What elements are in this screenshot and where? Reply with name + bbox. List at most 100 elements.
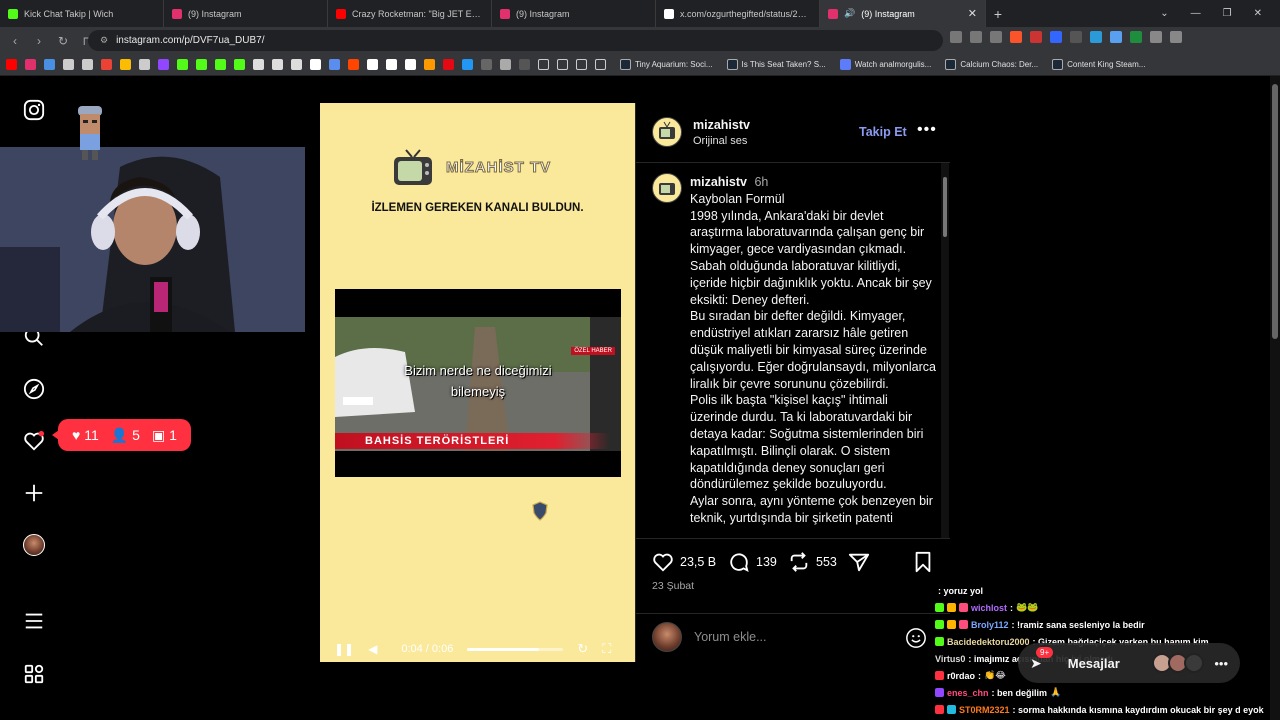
caption-username[interactable]: mizahistv bbox=[690, 175, 747, 189]
folder-icon[interactable] bbox=[576, 59, 587, 70]
bookmark-icon[interactable] bbox=[481, 59, 492, 70]
comment-button[interactable]: 139 bbox=[728, 551, 777, 573]
browser-tab[interactable]: (9) Instagram bbox=[164, 0, 328, 27]
browser-tab-active[interactable]: 🔊 (9) Instagram ✕ bbox=[820, 0, 986, 27]
reload-icon[interactable]: ↻ bbox=[56, 34, 70, 48]
bookmark-icon[interactable] bbox=[500, 59, 511, 70]
extension-icon[interactable] bbox=[1130, 31, 1142, 43]
bookmark-icon[interactable] bbox=[63, 59, 74, 70]
page-scrollbar-thumb[interactable] bbox=[1272, 84, 1278, 339]
kick-bookmark-icon[interactable] bbox=[215, 59, 226, 70]
comment-input[interactable]: Yorum ekle... bbox=[694, 630, 767, 644]
volume-icon[interactable]: ◀ bbox=[368, 642, 377, 656]
menu-icon[interactable] bbox=[22, 609, 46, 633]
extension-icon[interactable] bbox=[1150, 31, 1162, 43]
bookmark-link[interactable]: Tiny Aquarium: Soci... bbox=[620, 59, 713, 70]
bookmark-icon[interactable] bbox=[234, 59, 245, 70]
browser-tab[interactable]: Crazy Rocketman: "Big JET ENGINE" bbox=[328, 0, 492, 27]
gmail-bookmark-icon[interactable] bbox=[101, 59, 112, 70]
share-icon[interactable] bbox=[990, 31, 1002, 43]
youtube-bookmark-icon[interactable] bbox=[6, 59, 17, 70]
url-field[interactable]: ⚙ instagram.com/p/DVF7ua_DUB7/ bbox=[88, 30, 943, 51]
drive-bookmark-icon[interactable] bbox=[120, 59, 131, 70]
audio-label[interactable]: Orijinal ses bbox=[693, 135, 747, 147]
amazon-bookmark-icon[interactable] bbox=[405, 59, 416, 70]
close-tab-icon[interactable]: ✕ bbox=[968, 7, 977, 20]
pause-icon[interactable]: ❚❚ bbox=[334, 642, 354, 656]
kick-bookmark-icon[interactable] bbox=[196, 59, 207, 70]
create-plus-icon[interactable] bbox=[22, 481, 46, 505]
brave-shield-icon[interactable] bbox=[1010, 31, 1022, 43]
extension-icon[interactable] bbox=[1050, 31, 1062, 43]
fullscreen-icon[interactable]: ⛶ bbox=[602, 641, 611, 657]
minimize-icon[interactable]: — bbox=[1191, 8, 1201, 19]
follow-button[interactable]: Takip Et bbox=[859, 125, 907, 139]
reel-video-player[interactable]: MİZAHİST TV İZLEMEN GEREKEN KANALI BULDU… bbox=[320, 103, 635, 662]
screen-cast-icon[interactable] bbox=[950, 31, 962, 43]
folder-icon[interactable] bbox=[595, 59, 606, 70]
browser-tab[interactable]: x.com/ozgurthegifted/status/2042235 bbox=[656, 0, 820, 27]
more-icon[interactable]: ••• bbox=[1214, 656, 1228, 671]
author-username[interactable]: mizahistv bbox=[693, 118, 750, 132]
tab-search-icon[interactable]: ⌄ bbox=[1160, 8, 1168, 19]
author-avatar[interactable] bbox=[652, 117, 682, 147]
extension-icon[interactable] bbox=[1170, 31, 1182, 43]
extension-icon[interactable] bbox=[1110, 31, 1122, 43]
folder-icon[interactable] bbox=[538, 59, 549, 70]
scrollbar-thumb[interactable] bbox=[943, 177, 947, 237]
save-button[interactable] bbox=[913, 551, 933, 573]
bookmark-icon[interactable] bbox=[44, 59, 55, 70]
bookmark-icon[interactable] bbox=[462, 59, 473, 70]
bookmark-icon[interactable] bbox=[424, 59, 435, 70]
x-bookmark-icon[interactable] bbox=[310, 59, 321, 70]
activity-notification-popover[interactable]: ♥ 11 👤 5 ▣ 1 bbox=[52, 419, 191, 451]
caption-author-avatar[interactable] bbox=[652, 173, 682, 203]
messages-bar[interactable]: ➤ 9+ Mesajlar ••• bbox=[1018, 643, 1240, 683]
instagram-bookmark-icon[interactable] bbox=[25, 59, 36, 70]
folder-icon[interactable] bbox=[557, 59, 568, 70]
explore-icon[interactable] bbox=[22, 377, 46, 401]
bookmark-link[interactable]: Content King Steam... bbox=[1052, 59, 1145, 70]
bookmark-link[interactable]: Is This Seat Taken? S... bbox=[726, 59, 826, 70]
extension-icon[interactable] bbox=[1090, 31, 1102, 43]
extension-icon[interactable] bbox=[1030, 31, 1042, 43]
emoji-icon[interactable] bbox=[905, 627, 927, 654]
twitch-bookmark-icon[interactable] bbox=[158, 59, 169, 70]
bookmark-icon[interactable] bbox=[519, 59, 530, 70]
zoom-icon[interactable] bbox=[970, 31, 982, 43]
profile-avatar[interactable] bbox=[22, 533, 46, 557]
bookmark-icon[interactable] bbox=[386, 59, 397, 70]
instagram-logo-icon[interactable] bbox=[22, 98, 46, 122]
browser-tab[interactable]: Kick Chat Takip | Wich bbox=[0, 0, 164, 27]
like-button[interactable]: 23,5 B bbox=[652, 551, 716, 573]
bookmark-icon[interactable] bbox=[253, 59, 264, 70]
bookmark-icon[interactable] bbox=[329, 59, 340, 70]
page-scrollbar[interactable] bbox=[1270, 76, 1280, 720]
netflix-bookmark-icon[interactable] bbox=[443, 59, 454, 70]
more-apps-icon[interactable] bbox=[22, 662, 46, 686]
bookmark-link[interactable]: Calcium Chaos: Der... bbox=[945, 59, 1038, 70]
extension-icon[interactable] bbox=[1070, 31, 1082, 43]
bookmark-icon[interactable] bbox=[139, 59, 150, 70]
repost-button[interactable]: 553 bbox=[788, 551, 837, 573]
bookmark-icon[interactable] bbox=[291, 59, 302, 70]
reddit-bookmark-icon[interactable] bbox=[348, 59, 359, 70]
close-window-icon[interactable]: ✕ bbox=[1254, 8, 1262, 19]
restore-icon[interactable]: ❐ bbox=[1223, 8, 1232, 19]
bookmark-icon[interactable] bbox=[367, 59, 378, 70]
replay-icon[interactable]: ↻ bbox=[577, 641, 588, 657]
bookmark-link[interactable]: Watch analmorgulis... bbox=[839, 59, 931, 70]
speaker-icon[interactable]: 🔊 bbox=[844, 8, 855, 19]
share-button[interactable] bbox=[848, 551, 870, 573]
notifications-heart-icon[interactable] bbox=[22, 429, 46, 453]
browser-tab[interactable]: (9) Instagram bbox=[492, 0, 656, 27]
site-info-icon[interactable]: ⚙ bbox=[100, 35, 108, 46]
more-options-icon[interactable]: ••• bbox=[917, 121, 937, 139]
forward-icon[interactable]: › bbox=[32, 34, 46, 48]
bookmark-icon[interactable] bbox=[272, 59, 283, 70]
bookmark-icon[interactable] bbox=[82, 59, 93, 70]
back-icon[interactable]: ‹ bbox=[8, 34, 22, 48]
kick-bookmark-icon[interactable] bbox=[177, 59, 188, 70]
caption-scrollbar[interactable] bbox=[941, 163, 949, 538]
video-progress-bar[interactable] bbox=[467, 647, 564, 651]
